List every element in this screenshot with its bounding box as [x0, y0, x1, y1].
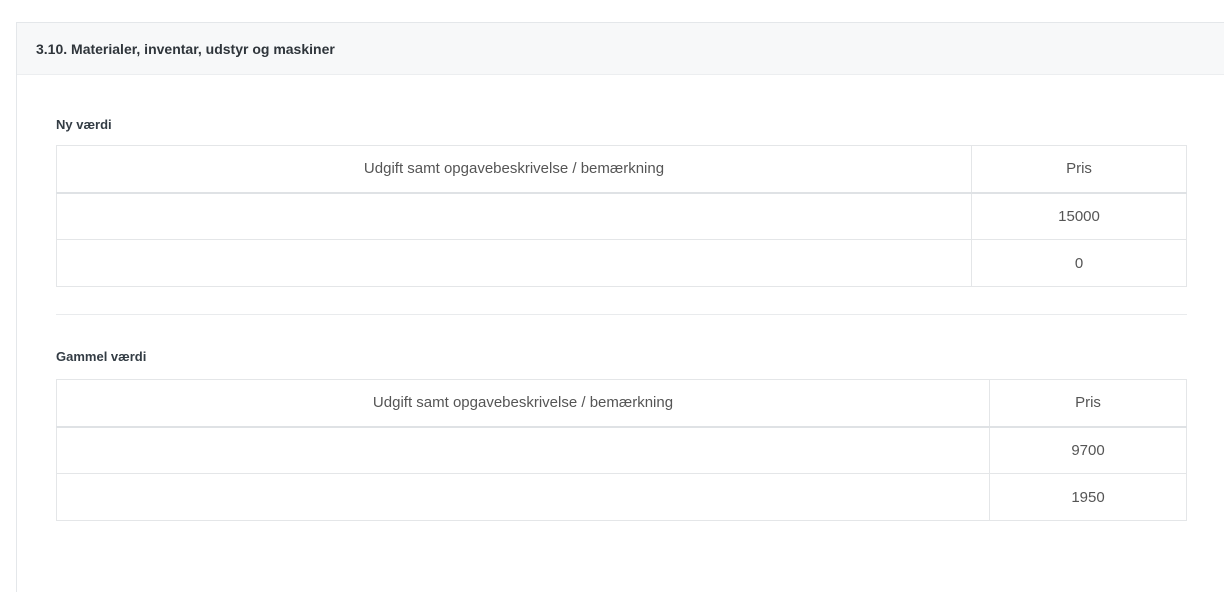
cell-price: 1950: [989, 473, 1187, 521]
panel-heading: 3.10. Materialer, inventar, udstyr og ma…: [17, 23, 1224, 75]
table-header-row: Udgift samt opgavebeskrivelse / bemærkni…: [56, 145, 1187, 194]
new-value-table: Udgift samt opgavebeskrivelse / bemærkni…: [56, 145, 1187, 287]
table-header-row: Udgift samt opgavebeskrivelse / bemærkni…: [56, 379, 1187, 428]
cell-description: [56, 239, 972, 287]
old-value-title: Gammel værdi: [56, 349, 147, 364]
cell-description: [56, 426, 990, 474]
cell-description: [56, 473, 990, 521]
new-value-title: Ny værdi: [56, 117, 112, 132]
column-header-description: Udgift samt opgavebeskrivelse / bemærkni…: [56, 379, 990, 428]
table-row: 1950: [56, 473, 1187, 521]
column-header-description: Udgift samt opgavebeskrivelse / bemærkni…: [56, 145, 972, 194]
column-header-price: Pris: [989, 379, 1187, 428]
old-value-table: Udgift samt opgavebeskrivelse / bemærkni…: [56, 379, 1187, 521]
cell-price: 15000: [971, 192, 1187, 240]
table-row: 0: [56, 239, 1187, 287]
panel-title: 3.10. Materialer, inventar, udstyr og ma…: [36, 40, 335, 57]
cell-price: 9700: [989, 426, 1187, 474]
panel-body: Ny værdi Udgift samt opgavebeskrivelse /…: [17, 75, 1224, 521]
table-row: 9700: [56, 426, 1187, 474]
cell-price: 0: [971, 239, 1187, 287]
cell-description: [56, 192, 972, 240]
section-panel: 3.10. Materialer, inventar, udstyr og ma…: [16, 22, 1224, 592]
column-header-price: Pris: [971, 145, 1187, 194]
table-row: 15000: [56, 192, 1187, 240]
